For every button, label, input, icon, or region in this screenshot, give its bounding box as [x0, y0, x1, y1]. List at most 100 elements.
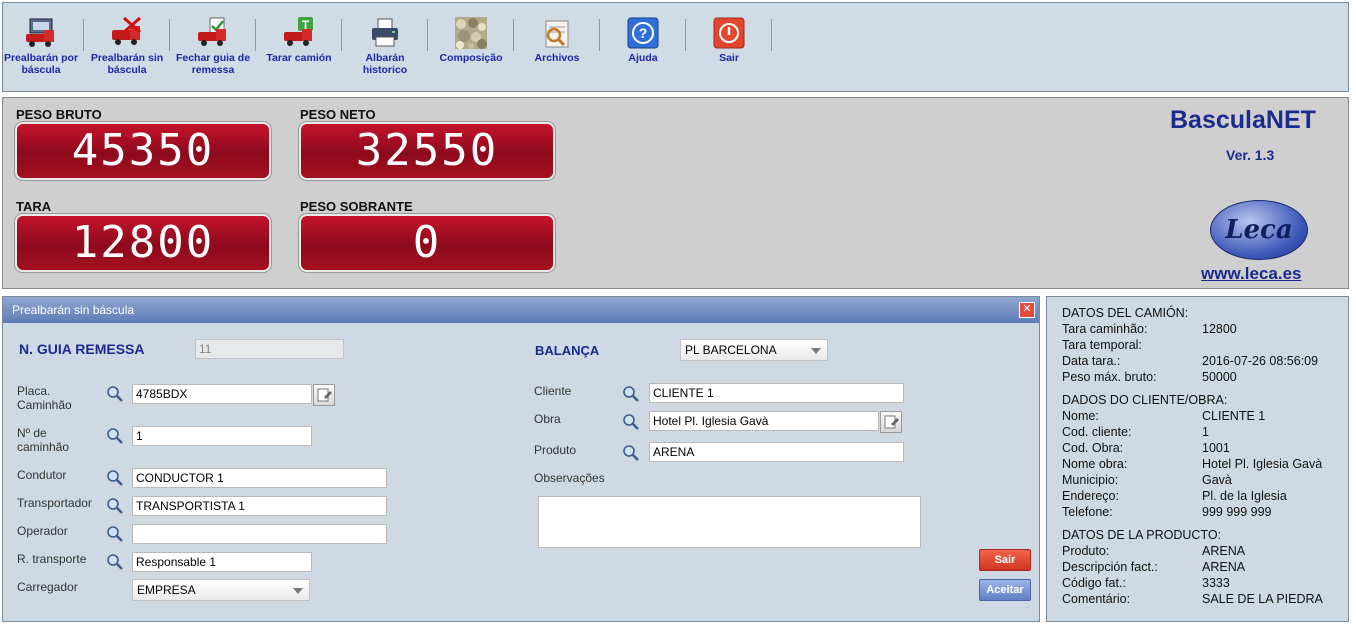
tara-label: TARA: [16, 199, 52, 214]
search-icon[interactable]: [106, 553, 124, 571]
fechar-guia-button[interactable]: Fechar guia de remessa: [171, 17, 255, 76]
operador-field[interactable]: [132, 524, 387, 544]
info-value: ARENA: [1202, 560, 1246, 574]
obra-field[interactable]: Hotel Pl. Iglesia Gavà: [649, 411, 879, 431]
info-label: Data tara.:: [1062, 354, 1121, 368]
r-transporte-field[interactable]: Responsable 1: [132, 552, 312, 572]
sair-button[interactable]: Sair: [979, 549, 1031, 571]
aceitar-button[interactable]: Aceitar: [979, 579, 1031, 601]
info-value: ARENA: [1202, 544, 1246, 558]
toolbar: Prealbarán por báscula Prealbarán sin bá…: [2, 2, 1349, 92]
condutor-field[interactable]: CONDUCTOR 1: [132, 468, 387, 488]
info-label: Endereço:: [1062, 489, 1119, 503]
truck-scale-icon: [24, 17, 58, 49]
peso-neto-label: PESO NETO: [300, 107, 376, 122]
info-label: Telefone:: [1062, 505, 1113, 519]
info-value: SALE DE LA PIEDRA: [1202, 592, 1323, 606]
observacoes-field[interactable]: [538, 496, 921, 548]
ajuda-button[interactable]: ? Ajuda: [601, 17, 685, 64]
tara-display: 12800: [15, 214, 271, 272]
carregador-select[interactable]: EMPRESA: [132, 579, 310, 601]
info-label: Tara caminhão:: [1062, 322, 1148, 336]
produto-label: Produto: [534, 443, 577, 457]
info-label: Código fat.:: [1062, 576, 1126, 590]
leca-logo: Leca: [1210, 200, 1308, 260]
info-label: Peso máx. bruto:: [1062, 370, 1157, 384]
printer-icon: [368, 17, 402, 49]
produto-header: DATOS DE LA PRODUCTO:: [1062, 528, 1222, 542]
condutor-label: Condutor: [17, 468, 67, 482]
truck-tare-icon: T: [282, 17, 316, 49]
svg-text:?: ?: [639, 25, 648, 41]
transportador-field[interactable]: TRANSPORTISTA 1: [132, 496, 387, 516]
close-icon[interactable]: ✕: [1019, 302, 1035, 318]
toolbar-separator: [685, 19, 686, 51]
search-icon[interactable]: [622, 413, 640, 431]
balanca-select[interactable]: PL BARCELONA: [680, 339, 828, 361]
transportador-label: Transportador: [17, 496, 92, 510]
prealbaran-por-bascula-button[interactable]: Prealbarán por báscula: [0, 17, 83, 76]
truck-no-scale-icon: [110, 16, 144, 49]
produto-field[interactable]: ARENA: [649, 442, 904, 462]
albaran-historico-button[interactable]: Albarán historico: [343, 17, 427, 76]
info-label: Municipio:: [1062, 473, 1119, 487]
info-value: 50000: [1202, 370, 1237, 384]
search-icon[interactable]: [106, 469, 124, 487]
edit-placa-icon[interactable]: [313, 384, 335, 406]
toolbar-separator: [255, 19, 256, 51]
num-caminhao-field[interactable]: 1: [132, 426, 312, 446]
app-version: Ver. 1.3: [1226, 147, 1275, 163]
info-label: Nome obra:: [1062, 457, 1128, 471]
cliente-label: Cliente: [534, 384, 572, 398]
search-icon[interactable]: [106, 497, 124, 515]
sair-toolbar-button[interactable]: Sair: [687, 17, 771, 64]
search-icon[interactable]: [622, 385, 640, 403]
guia-remessa-label: N. GUIA REMESSA: [19, 341, 145, 357]
info-value: 999 999 999: [1202, 505, 1272, 519]
dialog-title: Prealbarán sin báscula: [3, 297, 1039, 323]
toolbar-separator: [169, 19, 170, 51]
truck-check-icon: [196, 17, 230, 49]
prealbaran-sin-bascula-button[interactable]: Prealbarán sin báscula: [85, 16, 169, 76]
num-caminhao-label: Nº de caminhão: [17, 426, 70, 454]
tarar-camion-button[interactable]: T Tarar camión: [257, 17, 341, 64]
info-value: 2016-07-26 08:56:09: [1202, 354, 1319, 368]
placa-label: Placa. Caminhão: [17, 384, 72, 412]
website-link[interactable]: www.leca.es: [1201, 264, 1301, 284]
search-icon[interactable]: [106, 525, 124, 543]
peso-sobrante-display: 0: [299, 214, 555, 272]
obra-label: Obra: [534, 412, 561, 426]
peso-neto-display: 32550: [299, 122, 555, 180]
edit-obra-icon[interactable]: [880, 411, 902, 433]
info-label: Produto:: [1062, 544, 1110, 558]
search-icon[interactable]: [106, 385, 124, 403]
info-label: Tara temporal:: [1062, 338, 1142, 352]
cliente-header: DADOS DO CLIENTE/OBRA:: [1062, 393, 1228, 407]
chevron-down-icon: [811, 348, 821, 354]
r-transporte-label: R. transporte: [17, 552, 87, 566]
info-label: Cod. cliente:: [1062, 425, 1132, 439]
archive-icon: [540, 17, 574, 49]
balanca-label: BALANÇA: [535, 343, 600, 358]
power-icon: [712, 17, 746, 49]
info-value: 3333: [1202, 576, 1230, 590]
operador-label: Operador: [17, 524, 68, 538]
search-icon[interactable]: [622, 444, 640, 462]
aggregate-icon: [454, 17, 488, 49]
placa-field[interactable]: 4785BDX: [132, 384, 312, 404]
camiao-header: DATOS DEL CAMIÓN:: [1062, 306, 1189, 320]
info-value: Pl. de la Iglesia: [1202, 489, 1287, 503]
toolbar-separator: [341, 19, 342, 51]
info-value: 1001: [1202, 441, 1230, 455]
info-value: 12800: [1202, 322, 1237, 336]
app-title: BasculaNET: [1170, 106, 1316, 134]
composicao-button[interactable]: Composição: [429, 17, 513, 64]
archivos-button[interactable]: Archivos: [515, 17, 599, 64]
info-label: Descripción fact.:: [1062, 560, 1158, 574]
search-icon[interactable]: [106, 427, 124, 445]
info-label: Nome:: [1062, 409, 1099, 423]
toolbar-separator: [427, 19, 428, 51]
guia-remessa-field[interactable]: 11: [195, 339, 344, 359]
cliente-field[interactable]: CLIENTE 1: [649, 383, 904, 403]
chevron-down-icon: [293, 588, 303, 594]
